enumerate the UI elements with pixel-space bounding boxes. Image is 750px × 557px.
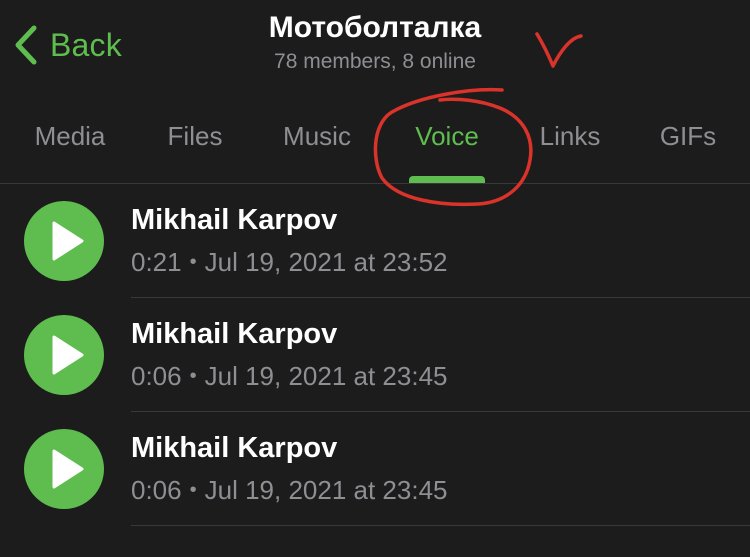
- message-meta: 0:06 • Jul 19, 2021 at 23:45: [131, 359, 448, 396]
- timestamp: Jul 19, 2021 at 23:45: [204, 361, 448, 391]
- play-button[interactable]: [24, 429, 104, 509]
- message-meta: 0:21 • Jul 19, 2021 at 23:52: [131, 245, 448, 282]
- duration: 0:06: [131, 475, 182, 505]
- chat-title: Мотоболталка: [268, 11, 482, 44]
- chat-subtitle: 78 members, 8 online: [274, 50, 476, 73]
- tab-voice[interactable]: Voice: [400, 106, 494, 166]
- tab-links[interactable]: Links: [527, 106, 613, 166]
- tab-media[interactable]: Media: [20, 106, 120, 166]
- message-meta: 0:06 • Jul 19, 2021 at 23:45: [131, 473, 448, 510]
- separator-dot: •: [189, 251, 197, 273]
- chat-title-block[interactable]: Мотоболталка 78 members, 8 online: [175, 10, 575, 76]
- separator-dot: •: [189, 365, 197, 387]
- sender-name: Mikhail Karpov: [131, 318, 338, 350]
- row-divider: [131, 525, 750, 526]
- play-icon: [52, 221, 84, 261]
- play-icon: [52, 335, 84, 375]
- voice-message-list: Mikhail Karpov 0:21 • Jul 19, 2021 at 23:5…: [0, 184, 750, 526]
- voice-media-screen: Back Мотоболталка 78 members, 8 online M…: [0, 0, 750, 557]
- duration: 0:06: [131, 361, 182, 391]
- separator-dot: •: [189, 479, 197, 501]
- back-button[interactable]: Back: [14, 24, 122, 66]
- tab-files[interactable]: Files: [150, 106, 240, 166]
- nav-header: Back Мотоболталка 78 members, 8 online: [0, 0, 750, 90]
- tab-music[interactable]: Music: [268, 106, 366, 166]
- list-item[interactable]: Mikhail Karpov 0:06 • Jul 19, 2021 at 23:4…: [0, 298, 750, 412]
- sender-name: Mikhail Karpov: [131, 204, 338, 236]
- play-button[interactable]: [24, 315, 104, 395]
- sender-name: Mikhail Karpov: [131, 432, 338, 464]
- timestamp: Jul 19, 2021 at 23:45: [204, 475, 448, 505]
- list-item[interactable]: Mikhail Karpov 0:21 • Jul 19, 2021 at 23:5…: [0, 184, 750, 298]
- media-tabs: Media Files Music Voice Links GIFs: [0, 106, 750, 184]
- play-button[interactable]: [24, 201, 104, 281]
- chevron-left-icon: [15, 25, 37, 65]
- back-label: Back: [50, 26, 122, 63]
- duration: 0:21: [131, 247, 182, 277]
- list-item[interactable]: Mikhail Karpov 0:06 • Jul 19, 2021 at 23:4…: [0, 412, 750, 526]
- timestamp: Jul 19, 2021 at 23:52: [204, 247, 448, 277]
- tab-gifs[interactable]: GIFs: [648, 106, 728, 166]
- play-icon: [52, 449, 84, 489]
